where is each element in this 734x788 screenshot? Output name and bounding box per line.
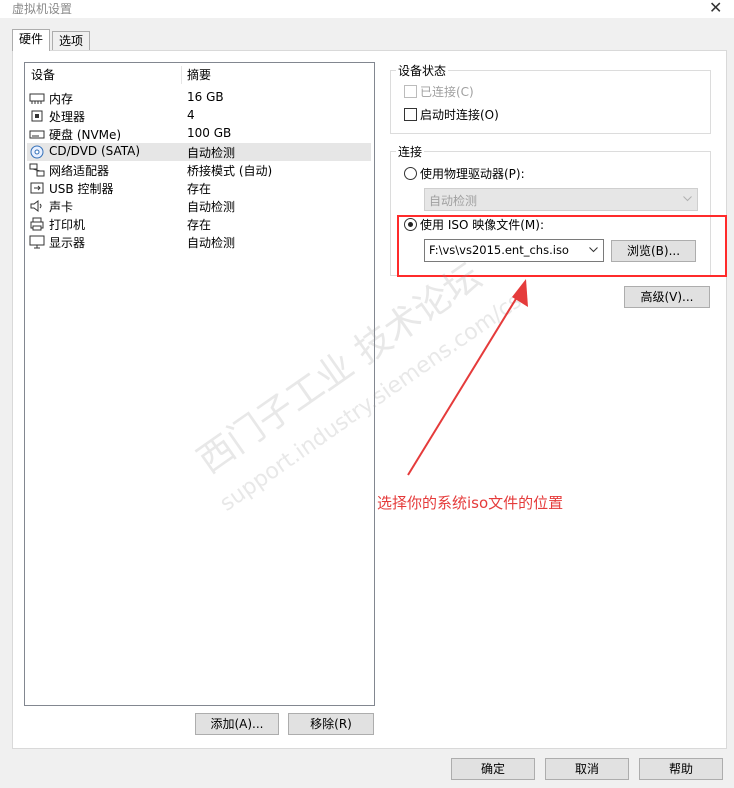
physical-drive-select: 自动检测 [424, 188, 698, 211]
remove-button[interactable]: 移除(R) [288, 713, 374, 735]
device-summary: 自动检测 [187, 146, 236, 160]
column-header-device[interactable]: 设备 [31, 63, 55, 85]
device-status-group [390, 70, 711, 134]
printer-icon [29, 216, 45, 232]
connected-label: 已连接(C) [420, 85, 474, 99]
device-summary: 存在 [187, 218, 212, 232]
disk-icon [29, 126, 45, 142]
chevron-down-icon [683, 196, 692, 202]
list-item[interactable]: USB 控制器 存在 [27, 179, 371, 197]
tab-hardware[interactable]: 硬件 [12, 29, 51, 51]
annotation-text: 选择你的系统iso文件的位置 [377, 494, 564, 512]
connect-at-power-on-label[interactable]: 启动时连接(O) [420, 106, 499, 123]
ok-button[interactable]: 确定 [451, 758, 535, 780]
physical-drive-radio[interactable] [404, 167, 417, 180]
device-summary: 4 [187, 108, 195, 122]
list-item[interactable]: CD/DVD (SATA) 自动检测 [27, 143, 371, 161]
connect-at-power-on-checkbox[interactable] [404, 108, 417, 121]
device-name: 硬盘 (NVMe) [49, 128, 122, 142]
list-item[interactable]: 内存 16 GB [27, 89, 371, 107]
close-icon[interactable]: ✕ [709, 0, 722, 17]
device-summary: 100 GB [187, 126, 232, 140]
device-name: 打印机 [49, 218, 86, 232]
advanced-button[interactable]: 高级(V)... [624, 286, 710, 308]
list-item[interactable]: 显示器 自动检测 [27, 233, 371, 251]
connection-label: 连接 [396, 143, 425, 160]
annotation-arrow [407, 279, 528, 476]
device-summary: 存在 [187, 182, 212, 196]
device-name: CD/DVD (SATA) [49, 144, 141, 158]
device-status-label: 设备状态 [396, 62, 449, 79]
tab-options[interactable]: 选项 [52, 31, 91, 51]
column-header-summary[interactable]: 摘要 [187, 63, 211, 85]
title-bar [0, 0, 734, 18]
device-summary: 自动检测 [187, 200, 236, 214]
device-name: 显示器 [49, 236, 86, 250]
physical-drive-label[interactable]: 使用物理驱动器(P): [420, 165, 525, 182]
device-name: 网络适配器 [49, 164, 110, 178]
list-item[interactable]: 硬盘 (NVMe) 100 GB [27, 125, 371, 143]
add-button[interactable]: 添加(A)... [195, 713, 279, 735]
list-item[interactable]: 声卡 自动检测 [27, 197, 371, 215]
list-item[interactable]: 处理器 4 [27, 107, 371, 125]
connected-checkbox [404, 85, 417, 98]
column-divider[interactable] [181, 66, 182, 84]
device-summary: 自动检测 [187, 236, 236, 250]
usb-icon [29, 180, 45, 196]
network-icon [29, 162, 45, 178]
device-name: 内存 [49, 92, 74, 106]
processor-icon [29, 108, 45, 124]
display-icon [29, 234, 45, 250]
device-name: 声卡 [49, 200, 74, 214]
window-title: 虚拟机设置 [12, 2, 73, 16]
list-item[interactable]: 打印机 存在 [27, 215, 371, 233]
device-summary: 桥接模式 (自动) [187, 164, 273, 178]
device-name: 处理器 [49, 110, 86, 124]
sound-icon [29, 198, 45, 214]
help-button[interactable]: 帮助 [639, 758, 723, 780]
physical-drive-value: 自动检测 [429, 194, 478, 208]
device-name: USB 控制器 [49, 182, 114, 196]
memory-icon [29, 90, 45, 106]
cancel-button[interactable]: 取消 [545, 758, 629, 780]
list-item[interactable]: 网络适配器 桥接模式 (自动) [27, 161, 371, 179]
cd-dvd-icon [29, 144, 45, 160]
device-summary: 16 GB [187, 90, 224, 104]
